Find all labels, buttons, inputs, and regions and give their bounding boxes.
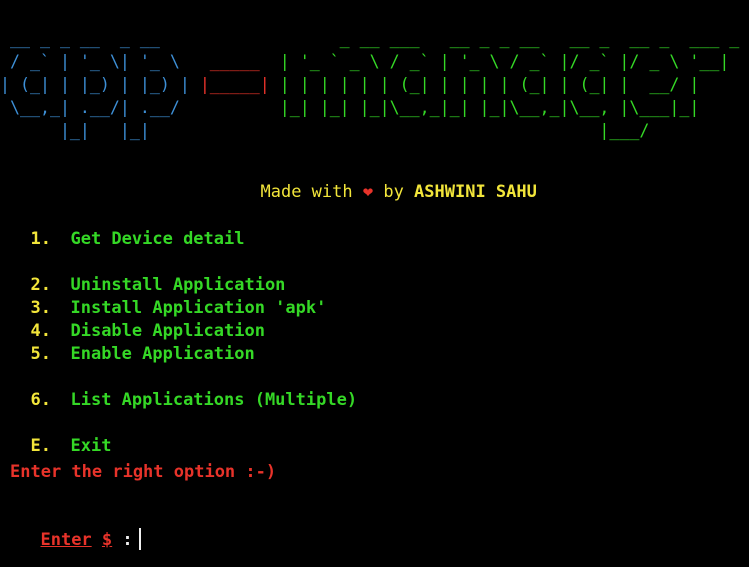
menu-label: Get Device detail	[70, 229, 245, 249]
menu-item-6: 6. List Applications (Multiple)	[10, 370, 357, 410]
prompt-separator: :	[112, 530, 133, 550]
instruction-text: Enter the right option :-)	[10, 462, 277, 482]
input-prompt[interactable]: Enter $ :	[20, 508, 141, 550]
menu-label: Exit	[70, 436, 112, 456]
text-cursor[interactable]	[138, 528, 141, 550]
credit-prefix: Made with	[260, 182, 363, 202]
banner-segment: |_| |_|	[0, 121, 200, 140]
menu-key: 5.	[30, 344, 51, 364]
menu-item-1: 1. Get Device detail	[10, 209, 244, 249]
banner-segment	[200, 121, 270, 140]
credit-middle: by	[373, 182, 415, 202]
menu-item-exit: E. Exit	[10, 416, 111, 456]
banner-segment: _____	[199, 52, 270, 71]
banner-segment: | | | | | | (_| | | | | (_| | (_| | __/ …	[269, 75, 700, 94]
banner-segment: | (_| | |_) | |_) |	[0, 75, 200, 94]
banner-segment: |___/	[269, 121, 650, 140]
banner-segment	[200, 98, 270, 117]
banner-segment: __ _ _ __ _ __	[0, 29, 270, 48]
banner-segment: | '_ ` _ \ / _` | '_ \ / _` |/ _` |/ _ \…	[269, 52, 730, 71]
prompt-label: Enter	[40, 530, 92, 550]
menu-label: List Applications (Multiple)	[70, 390, 358, 410]
menu-item-5: 5. Enable Application	[10, 324, 255, 364]
menu-key: E.	[30, 436, 51, 456]
menu-key: 6.	[30, 390, 51, 410]
menu-key: 1.	[30, 229, 51, 249]
menu-label: Enable Application	[70, 344, 255, 364]
banner-segment: \__,_| .__/| .__/	[0, 98, 200, 117]
credit-author: ASHWINI SAHU	[414, 182, 537, 202]
prompt-symbol: $	[101, 530, 113, 550]
banner-segment: _ __ ___ __ _ _ __ __ _ __ _ ___ _ __	[269, 29, 749, 48]
banner-segment: |_____|	[199, 75, 270, 94]
credit-line: Made with ❤ by ASHWINI SAHU	[240, 162, 537, 202]
heart-icon: ❤	[362, 182, 374, 202]
banner-segment: / _` | '_ \| '_ \	[0, 52, 200, 71]
banner-segment: |_| |_| |_|\__,_|_| |_|\__,_|\__, |\___|…	[269, 98, 700, 117]
ascii-banner: __ _ _ __ _ __ _ __ ___ __ _ _ __ __ _ _…	[0, 27, 749, 142]
